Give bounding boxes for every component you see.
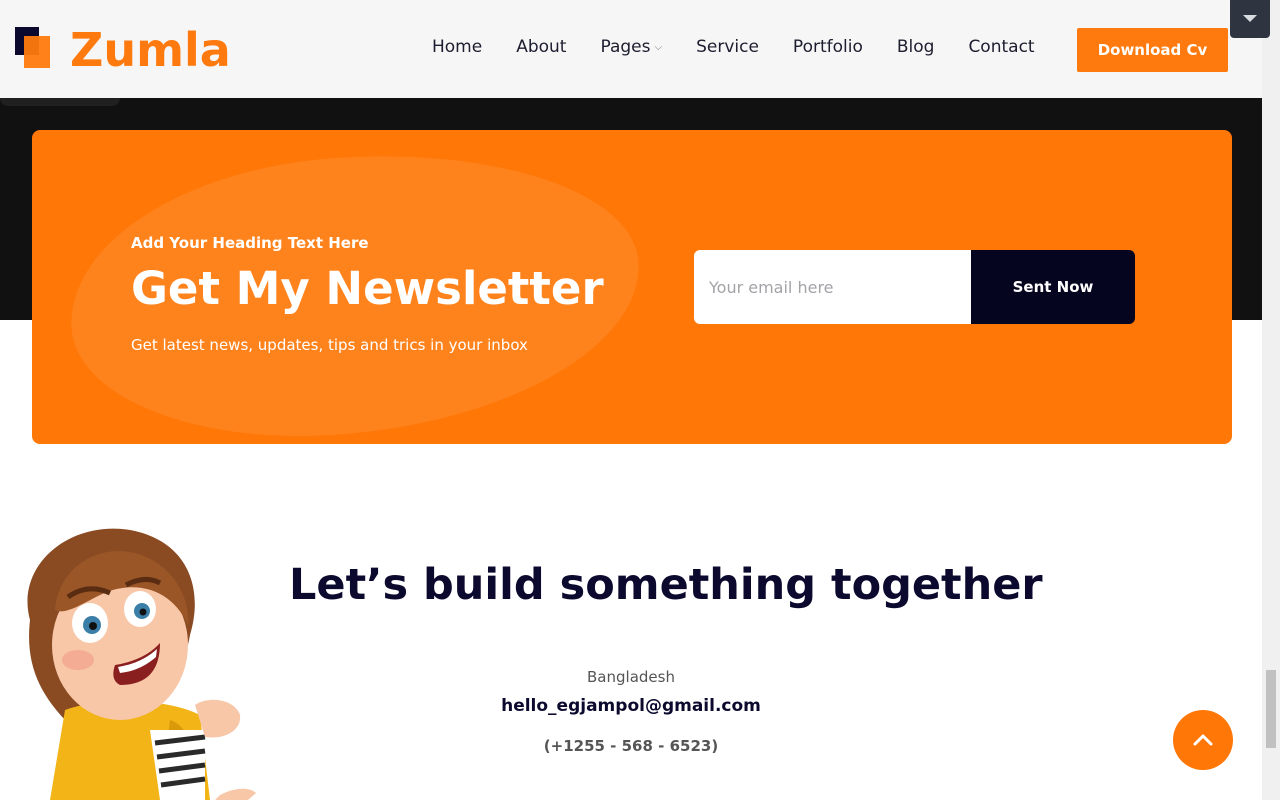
contact-email-link[interactable]: hello_egjampol@gmail.com (0, 696, 1262, 716)
newsletter-title: Get My Newsletter (131, 262, 604, 315)
main-nav: Home About Pages ⌵ Service Portfolio Blog… (432, 37, 1069, 57)
character-illustration (27, 528, 256, 800)
decorative-shape (0, 98, 120, 106)
nav-item-label: Portfolio (792, 37, 863, 57)
nav-item-label: Home (432, 37, 483, 57)
nav-item-service[interactable]: Service (696, 37, 759, 57)
nav-item-label: Blog (896, 37, 935, 57)
contact-country: Bangladesh (587, 668, 675, 686)
caret-down-icon (1243, 15, 1257, 22)
nav-item-label: Contact (968, 37, 1035, 57)
newsletter-card: Add Your Heading Text Here Get My Newsle… (32, 130, 1232, 444)
page-scrollbar[interactable] (1262, 0, 1280, 800)
nav-item-home[interactable]: Home (432, 37, 482, 57)
newsletter-form: Sent Now (694, 250, 1135, 324)
scrollbar-thumb[interactable] (1266, 670, 1276, 748)
send-now-button[interactable]: Sent Now (971, 250, 1135, 324)
download-cv-button[interactable]: Download Cv (1077, 28, 1228, 72)
logo-text: Zumla (70, 23, 231, 77)
contact-title: Let’s build something together (289, 560, 1043, 610)
nav-item-label: Service (696, 37, 759, 57)
scroll-to-top-button[interactable] (1173, 710, 1233, 770)
nav-item-portfolio[interactable]: Portfolio (793, 37, 863, 57)
contact-phone[interactable]: (+1255 - 568 - 6523) (0, 737, 1262, 755)
email-field[interactable] (694, 250, 971, 324)
nav-item-blog[interactable]: Blog (897, 37, 935, 57)
logo[interactable]: Zumla (14, 23, 231, 77)
chevron-up-icon (1193, 734, 1213, 746)
logo-mark-icon (14, 25, 54, 69)
chevron-down-icon: ⌵ (654, 41, 663, 53)
nav-item-about[interactable]: About (516, 37, 566, 57)
nav-item-contact[interactable]: Contact (968, 37, 1034, 57)
newsletter-kicker: Add Your Heading Text Here (131, 234, 369, 252)
newsletter-subtitle: Get latest news, updates, tips and trics… (131, 336, 528, 354)
nav-item-label: Pages (600, 37, 651, 57)
nav-item-label: About (516, 37, 567, 57)
nav-item-pages[interactable]: Pages ⌵ (600, 37, 662, 57)
dropdown-toggle[interactable] (1230, 0, 1270, 38)
site-header: Zumla Home About Pages ⌵ Service Portfoli… (0, 0, 1262, 98)
